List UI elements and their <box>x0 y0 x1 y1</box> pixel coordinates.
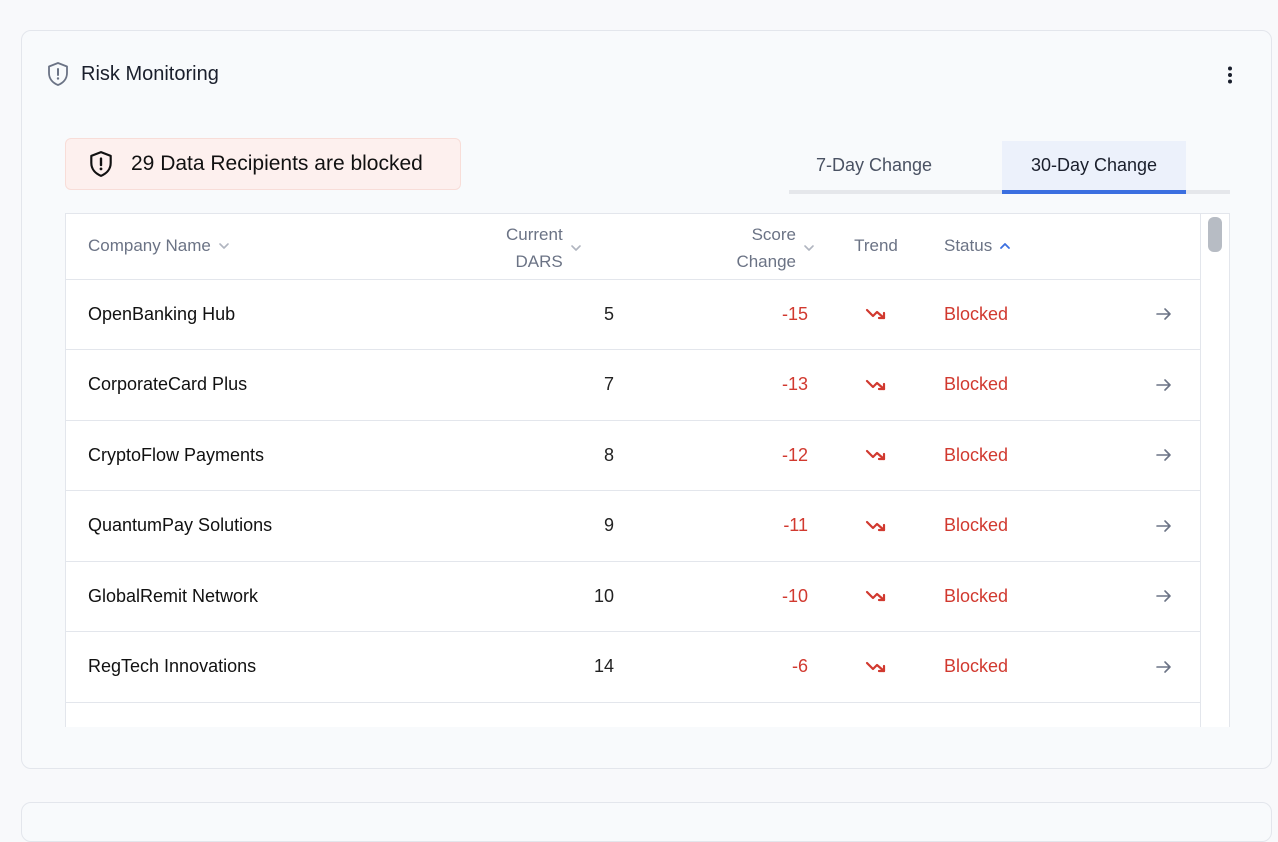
table-row[interactable]: CorporateCard Plus 7 -13 Blocked <box>66 350 1200 421</box>
current-dars: 9 <box>603 515 614 535</box>
change-period-tabs: 7-Day Change 30-Day Change <box>789 141 1230 194</box>
chevron-down-icon <box>219 243 229 249</box>
score-change: -13 <box>781 374 808 394</box>
tab-30-day-change[interactable]: 30-Day Change <box>1002 141 1186 194</box>
column-header-company[interactable]: Company Name <box>88 236 231 256</box>
company-name: OpenBanking Hub <box>88 303 236 324</box>
arrow-right-icon[interactable] <box>1152 632 1176 702</box>
header-label: Score <box>751 225 796 244</box>
status-label: Blocked <box>944 303 1009 324</box>
trend-down-icon <box>844 420 908 490</box>
status-label: Blocked <box>944 444 1009 465</box>
trend-down-icon <box>844 491 908 561</box>
card-title: Risk Monitoring <box>81 63 219 85</box>
header-label: Change <box>736 252 796 271</box>
alert-text: 29 Data Recipients are blocked <box>131 152 423 175</box>
next-card <box>21 802 1272 842</box>
shield-alert-icon <box>90 151 112 177</box>
score-change: -15 <box>781 303 808 324</box>
column-header-score-change[interactable]: Score Change <box>696 221 816 275</box>
arrow-right-icon[interactable] <box>1152 350 1176 420</box>
score-change: -11 <box>783 515 808 535</box>
chevron-down-icon <box>804 245 814 251</box>
status-label: Blocked <box>944 374 1009 394</box>
arrow-right-icon[interactable] <box>1152 420 1176 490</box>
score-change: -10 <box>781 585 808 606</box>
trend-down-icon <box>844 350 908 420</box>
score-change: -6 <box>791 656 808 676</box>
arrow-right-icon[interactable] <box>1152 279 1176 349</box>
company-name: GlobalRemit Network <box>88 585 259 606</box>
header-label: Current <box>506 225 563 244</box>
scrollbar-thumb[interactable] <box>1208 217 1222 252</box>
vertical-scrollbar[interactable] <box>1200 214 1229 727</box>
arrow-right-icon[interactable] <box>1152 561 1176 631</box>
more-vertical-icon <box>1228 66 1232 84</box>
risk-monitoring-card: Risk Monitoring 29 Data Recipients are b… <box>21 30 1272 769</box>
current-dars: 14 <box>593 656 614 676</box>
current-dars: 7 <box>603 374 614 394</box>
table-row[interactable]: QuantumPay Solutions 9 -11 Blocked <box>66 491 1200 562</box>
status-label: Blocked <box>944 515 1009 535</box>
current-dars: 8 <box>603 444 614 465</box>
risk-table: Company Name Current DARS Score Change T… <box>65 213 1230 727</box>
shield-alert-icon <box>48 62 68 86</box>
score-change: -12 <box>781 444 808 465</box>
chevron-down-icon <box>570 245 581 251</box>
table-row[interactable]: GlobalRemit Network 10 -10 Blocked <box>66 561 1200 632</box>
table-row[interactable]: CryptoFlow Payments 8 -12 Blocked <box>66 420 1200 491</box>
tab-7-day-change[interactable]: 7-Day Change <box>789 141 959 190</box>
column-header-status[interactable]: Status <box>944 236 1012 256</box>
more-options-button[interactable] <box>1218 63 1242 87</box>
current-dars: 5 <box>603 303 614 324</box>
status-label: Blocked <box>944 585 1009 606</box>
trend-down-icon <box>844 632 908 702</box>
column-header-trend: Trend <box>854 236 898 255</box>
company-name: CryptoFlow Payments <box>88 444 265 465</box>
arrow-right-icon[interactable] <box>1152 491 1176 561</box>
company-name: RegTech Innovations <box>88 656 257 676</box>
status-label: Blocked <box>944 656 1009 676</box>
column-header-current-dars[interactable]: Current DARS <box>506 221 616 275</box>
company-name: QuantumPay Solutions <box>88 515 273 535</box>
company-name: CorporateCard Plus <box>88 374 248 394</box>
table-row[interactable]: OpenBanking Hub 5 -15 Blocked <box>66 279 1200 350</box>
table-row-partial[interactable] <box>66 702 1200 727</box>
current-dars: 10 <box>593 585 614 606</box>
blocked-alert-banner: 29 Data Recipients are blocked <box>65 138 461 190</box>
trend-down-icon <box>844 561 908 631</box>
table-row[interactable]: RegTech Innovations 14 -6 Blocked <box>66 632 1200 703</box>
trend-down-icon <box>844 279 908 349</box>
table-header: Company Name Current DARS Score Change T… <box>66 214 1200 280</box>
chevron-up-icon <box>1000 243 1011 249</box>
header-label: DARS <box>515 252 563 271</box>
